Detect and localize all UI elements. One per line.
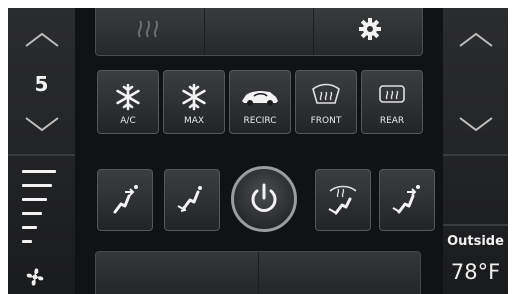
right-control-column: Outside 78°F bbox=[443, 8, 508, 294]
rear-label: REAR bbox=[379, 116, 405, 126]
car-recirculation-icon bbox=[242, 91, 278, 106]
airflow-defrost-feet-button[interactable] bbox=[315, 169, 371, 231]
heated-seat-button[interactable] bbox=[96, 8, 205, 55]
power-button[interactable] bbox=[231, 166, 297, 232]
ac-label: A/C bbox=[120, 116, 136, 126]
left-divider bbox=[8, 154, 75, 156]
outside-label: Outside bbox=[447, 234, 504, 249]
temperature-setpoint: 5 bbox=[34, 72, 49, 96]
airflow-face-feet-button[interactable] bbox=[379, 169, 435, 231]
snowflake-icon bbox=[116, 83, 140, 111]
front-defrost-icon bbox=[312, 83, 340, 104]
front-defrost-button[interactable]: FRONT bbox=[295, 70, 357, 134]
right-divider bbox=[443, 154, 508, 156]
max-label: MAX bbox=[183, 116, 205, 126]
temp-down-icon[interactable] bbox=[22, 114, 62, 134]
fan-bar bbox=[22, 184, 52, 187]
fan-bar bbox=[22, 240, 32, 243]
fan-bar bbox=[22, 226, 37, 229]
airflow-face-feet-icon bbox=[392, 185, 420, 214]
front-label: FRONT bbox=[310, 116, 342, 126]
right-up-icon[interactable] bbox=[456, 30, 496, 50]
fan-bar bbox=[22, 212, 42, 215]
fan-speed-bars[interactable] bbox=[22, 168, 62, 258]
rear-defrost-icon bbox=[379, 85, 405, 103]
top-control-bar bbox=[95, 8, 423, 56]
top-blank-segment[interactable] bbox=[205, 8, 314, 55]
power-icon bbox=[251, 183, 277, 212]
bottom-right-segment[interactable] bbox=[259, 252, 421, 294]
right-down-icon[interactable] bbox=[456, 114, 496, 134]
ac-button[interactable]: A/C bbox=[97, 70, 159, 134]
bottom-control-bar bbox=[95, 251, 421, 294]
center-panel: A/C MAX RECIRC FRONT REAR bbox=[75, 8, 443, 294]
outside-temperature: 78°F bbox=[450, 260, 501, 284]
max-ac-button[interactable]: MAX bbox=[163, 70, 225, 134]
snowflake-icon bbox=[182, 83, 206, 111]
gear-icon bbox=[359, 18, 381, 40]
right-divider bbox=[443, 224, 508, 226]
airflow-feet-button[interactable] bbox=[164, 169, 220, 231]
recirc-label: RECIRC bbox=[243, 116, 277, 126]
airflow-defrost-feet-icon bbox=[328, 185, 357, 215]
left-control-column: 5 bbox=[8, 8, 75, 294]
fan-icon bbox=[26, 268, 44, 286]
fan-bar bbox=[22, 170, 56, 173]
airflow-face-button[interactable] bbox=[97, 169, 153, 231]
rear-defrost-button[interactable]: REAR bbox=[361, 70, 423, 134]
recirc-button[interactable]: RECIRC bbox=[229, 70, 291, 134]
bottom-left-segment[interactable] bbox=[96, 252, 259, 294]
settings-button[interactable] bbox=[314, 8, 422, 55]
heated-seat-icon bbox=[137, 20, 159, 38]
climate-control-screen: 5 A/C MAX RECIRC FRONT REAR Outside 78°F bbox=[8, 8, 508, 294]
airflow-face-icon bbox=[113, 185, 138, 214]
airflow-feet-icon bbox=[177, 186, 202, 212]
temp-up-icon[interactable] bbox=[22, 30, 62, 50]
fan-bar bbox=[22, 198, 47, 201]
